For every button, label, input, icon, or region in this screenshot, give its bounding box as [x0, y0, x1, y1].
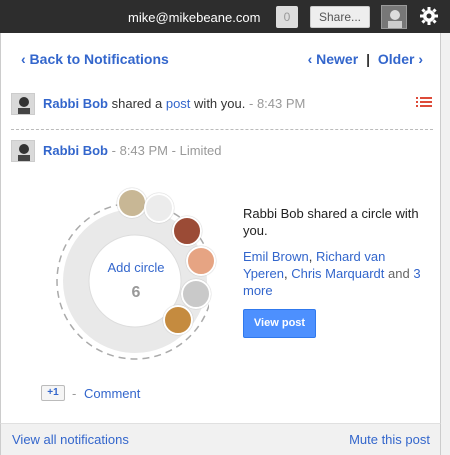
member-avatar[interactable] — [117, 188, 147, 218]
separator — [11, 129, 433, 130]
share-button[interactable]: Share... — [310, 6, 370, 28]
circle-people: Emil Brown, Richard van Yperen, Chris Ma… — [243, 249, 421, 298]
summary-time: 8:43 PM — [256, 96, 306, 111]
person-link[interactable]: Emil Brown — [243, 249, 309, 264]
post-separator: - — [171, 143, 176, 158]
and-text: and — [388, 266, 410, 281]
mute-post-link[interactable]: Mute this post — [349, 432, 430, 447]
scrollbar[interactable] — [441, 33, 450, 455]
comment-separator: - — [72, 386, 77, 401]
member-avatar[interactable] — [144, 193, 174, 223]
newer-link[interactable]: ‹ Newer — [308, 51, 359, 67]
post-header: Rabbi Bob - 8:43 PM - Limited — [11, 140, 433, 164]
top-bar: mike@mikebeane.com 0 Share... — [0, 0, 450, 33]
notification-footer: View all notifications Mute this post — [0, 423, 441, 455]
summary-action-suffix: with you. — [194, 96, 246, 111]
circle-preview: Add circle 6 — [49, 183, 216, 363]
gear-icon[interactable] — [419, 6, 439, 26]
summary-action-prefix: shared a — [111, 96, 163, 111]
author-avatar[interactable] — [11, 93, 35, 115]
back-to-notifications-link[interactable]: ‹ Back to Notifications — [21, 51, 169, 67]
post-author-link[interactable]: Rabbi Bob — [43, 143, 108, 158]
profile-avatar[interactable] — [381, 5, 407, 29]
pager-separator: | — [366, 51, 370, 67]
person-link[interactable]: Chris Marquardt — [291, 266, 384, 281]
circle-member-count: 6 — [131, 284, 141, 301]
comment-link[interactable]: Comment — [84, 386, 140, 401]
post-meta: Rabbi Bob - 8:43 PM - Limited — [43, 143, 222, 158]
notification-summary: Rabbi Bob shared a post with you. - 8:43… — [11, 93, 433, 115]
post-separator: - — [111, 143, 116, 158]
post-author-avatar[interactable] — [11, 140, 35, 162]
pager: ‹ Newer | Older › — [308, 51, 423, 67]
user-avatar-icon — [382, 6, 406, 28]
summary-separator: - — [248, 96, 254, 111]
member-avatar[interactable] — [163, 305, 193, 335]
account-email[interactable]: mike@mikebeane.com — [128, 10, 260, 25]
member-avatar[interactable] — [172, 216, 202, 246]
post-link[interactable]: post — [166, 96, 191, 111]
list-icon[interactable] — [416, 96, 432, 108]
plus-one-button[interactable]: +1 — [41, 385, 65, 401]
view-post-button[interactable]: View post — [243, 309, 316, 338]
notification-panel: ‹ Back to Notifications ‹ Newer | Older … — [0, 33, 441, 423]
notification-count-badge[interactable]: 0 — [276, 6, 298, 28]
view-all-notifications-link[interactable]: View all notifications — [12, 432, 129, 447]
post-visibility: Limited — [179, 143, 222, 158]
member-avatar[interactable] — [181, 279, 211, 309]
member-avatar[interactable] — [186, 246, 216, 276]
post-time: 8:43 PM — [119, 143, 169, 158]
share-description: Rabbi Bob shared a circle with you. — [243, 206, 419, 238]
add-circle-link[interactable]: Add circle — [105, 260, 167, 275]
author-name-link[interactable]: Rabbi Bob — [43, 96, 108, 111]
summary-text: Rabbi Bob shared a post with you. - 8:43… — [43, 96, 305, 111]
older-link[interactable]: Older › — [378, 51, 423, 67]
